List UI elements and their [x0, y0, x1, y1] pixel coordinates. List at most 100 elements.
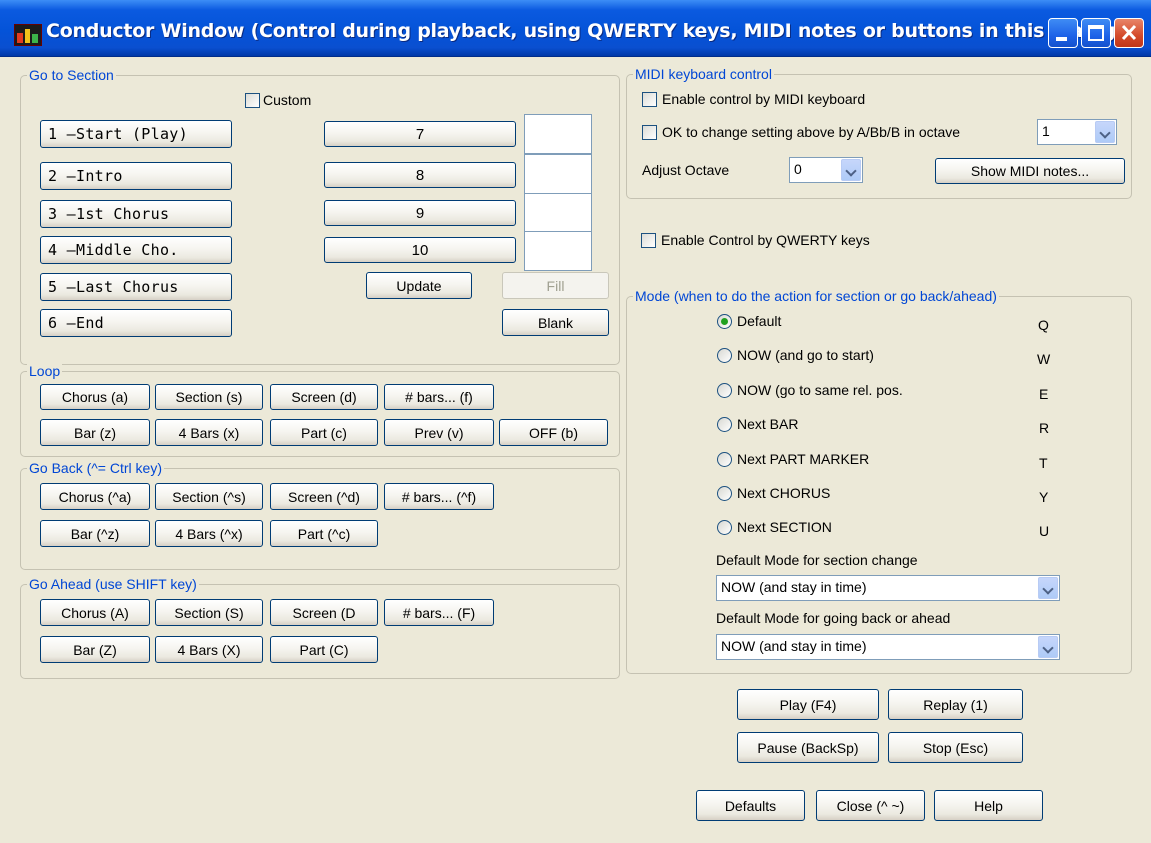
- back-screen-button[interactable]: Screen (^d): [270, 483, 378, 510]
- loop-bar-button[interactable]: Bar (z): [40, 419, 150, 446]
- back-part-button[interactable]: Part (^c): [270, 520, 378, 547]
- loop-bars-button[interactable]: # bars... (f): [384, 384, 494, 410]
- maximize-button[interactable]: [1081, 18, 1111, 48]
- mode-next-chorus-key: Y: [1039, 489, 1049, 505]
- close-window-button[interactable]: [1114, 18, 1144, 48]
- adjust-octave-select[interactable]: 0: [789, 157, 863, 183]
- section-9-button[interactable]: 9: [324, 200, 516, 226]
- mode-legend: Mode (when to do the action for section …: [633, 287, 999, 305]
- go-back-legend: Go Back (^= Ctrl key): [27, 459, 164, 477]
- ahead-chorus-button[interactable]: Chorus (A): [40, 599, 150, 626]
- section-10-button[interactable]: 10: [324, 237, 516, 263]
- mode-next-section-key: U: [1039, 523, 1050, 539]
- close-icon: [1121, 24, 1137, 41]
- ahead-part-button[interactable]: Part (C): [270, 636, 378, 663]
- maximize-icon: [1088, 25, 1104, 41]
- section-7-button[interactable]: 7: [324, 121, 516, 147]
- adjust-octave-value: 0: [794, 161, 802, 177]
- show-midi-notes-button[interactable]: Show MIDI notes...: [935, 158, 1125, 184]
- enable-qwerty-label: Enable Control by QWERTY keys: [661, 232, 870, 248]
- loop-off-button[interactable]: OFF (b): [499, 419, 608, 446]
- ahead-bar-button[interactable]: Bar (Z): [40, 636, 150, 663]
- section-3-button[interactable]: 3 –1st Chorus: [40, 200, 232, 228]
- section-2-button[interactable]: 2 –Intro: [40, 162, 232, 190]
- go-to-section-legend: Go to Section: [27, 66, 116, 84]
- go-ahead-group: Go Ahead (use SHIFT key) Chorus (A) Sect…: [20, 575, 620, 679]
- enable-qwerty-checkbox[interactable]: [641, 233, 656, 248]
- minimize-icon: [1056, 37, 1067, 41]
- mode-default-key: Q: [1038, 317, 1049, 333]
- window-title: Conductor Window (Control during playbac…: [46, 20, 1124, 42]
- ahead-4bars-button[interactable]: 4 Bars (X): [155, 636, 263, 663]
- back-ahead-label: Default Mode for going back or ahead: [716, 610, 951, 626]
- ahead-screen-button[interactable]: Screen (D: [270, 599, 378, 626]
- enable-midi-checkbox[interactable]: [642, 92, 657, 107]
- ok-change-checkbox[interactable]: [642, 125, 657, 140]
- play-button[interactable]: Play (F4): [737, 689, 879, 720]
- back-chorus-button[interactable]: Chorus (^a): [40, 483, 150, 510]
- conductor-window: Conductor Window (Control during playbac…: [0, 0, 1151, 843]
- loop-part-button[interactable]: Part (c): [270, 419, 378, 446]
- custom-label: Custom: [263, 92, 312, 108]
- back-ahead-select[interactable]: NOW (and stay in time): [716, 634, 1060, 660]
- mode-next-part-key: T: [1039, 455, 1048, 471]
- section-8-custom-field[interactable]: [524, 154, 592, 194]
- section-7-custom-field[interactable]: [524, 114, 592, 154]
- section-change-value: NOW (and stay in time): [721, 579, 867, 595]
- help-button[interactable]: Help: [934, 790, 1043, 821]
- go-ahead-legend: Go Ahead (use SHIFT key): [27, 575, 199, 593]
- section-change-select[interactable]: NOW (and stay in time): [716, 575, 1060, 601]
- mode-default-radio[interactable]: [717, 314, 732, 329]
- section-5-button[interactable]: 5 –Last Chorus: [40, 273, 232, 301]
- stop-button[interactable]: Stop (Esc): [888, 732, 1023, 763]
- loop-legend: Loop: [27, 362, 63, 380]
- section-10-custom-field[interactable]: [524, 231, 592, 271]
- section-8-button[interactable]: 8: [324, 162, 516, 188]
- mode-next-chorus-radio[interactable]: [717, 486, 732, 501]
- chevron-down-icon: [1095, 121, 1115, 143]
- section-4-button[interactable]: 4 –Middle Cho.: [40, 236, 232, 264]
- title-bar[interactable]: Conductor Window (Control during playbac…: [0, 0, 1151, 57]
- mode-next-part-radio[interactable]: [717, 452, 732, 467]
- custom-checkbox[interactable]: [245, 93, 260, 108]
- loop-group: Loop Chorus (a) Section (s) Screen (d) #…: [20, 362, 620, 457]
- mode-now-same-key: E: [1039, 386, 1049, 402]
- back-bars-button[interactable]: # bars... (^f): [384, 483, 494, 510]
- loop-section-button[interactable]: Section (s): [155, 384, 263, 410]
- go-to-section-group: Go to Section Custom 1 –Start (Play) 2 –…: [20, 66, 620, 365]
- loop-4bars-button[interactable]: 4 Bars (x): [155, 419, 263, 446]
- back-bar-button[interactable]: Bar (^z): [40, 520, 150, 547]
- mode-now-same-label: NOW (go to same rel. pos.: [737, 382, 903, 398]
- midi-keyboard-legend: MIDI keyboard control: [633, 65, 774, 83]
- mode-next-bar-radio[interactable]: [717, 417, 732, 432]
- octave-select[interactable]: 1: [1037, 119, 1117, 145]
- replay-button[interactable]: Replay (1): [888, 689, 1023, 720]
- ahead-section-button[interactable]: Section (S): [155, 599, 263, 626]
- back-section-button[interactable]: Section (^s): [155, 483, 263, 510]
- close-button[interactable]: Close (^ ~): [816, 790, 925, 821]
- mode-next-section-radio[interactable]: [717, 520, 732, 535]
- back-4bars-button[interactable]: 4 Bars (^x): [155, 520, 263, 547]
- minimize-button[interactable]: [1048, 18, 1078, 48]
- adjust-octave-label: Adjust Octave: [642, 162, 730, 178]
- mode-next-section-label: Next SECTION: [737, 519, 832, 535]
- loop-chorus-button[interactable]: Chorus (a): [40, 384, 150, 410]
- ahead-bars-button[interactable]: # bars... (F): [384, 599, 494, 626]
- pause-button[interactable]: Pause (BackSp): [737, 732, 879, 763]
- dialog-body: Go to Section Custom 1 –Start (Play) 2 –…: [6, 57, 1145, 837]
- section-1-button[interactable]: 1 –Start (Play): [40, 120, 232, 148]
- loop-prev-button[interactable]: Prev (v): [384, 419, 494, 446]
- section-6-button[interactable]: 6 –End: [40, 309, 232, 337]
- update-button[interactable]: Update: [366, 272, 472, 299]
- mode-now-same-radio[interactable]: [717, 383, 732, 398]
- mode-now-start-radio[interactable]: [717, 348, 732, 363]
- mode-next-bar-label: Next BAR: [737, 416, 799, 432]
- loop-screen-button[interactable]: Screen (d): [270, 384, 378, 410]
- blank-button[interactable]: Blank: [502, 309, 609, 336]
- go-back-group: Go Back (^= Ctrl key) Chorus (^a) Sectio…: [20, 459, 620, 570]
- fill-button[interactable]: Fill: [502, 272, 609, 299]
- defaults-button[interactable]: Defaults: [696, 790, 805, 821]
- section-9-custom-field[interactable]: [524, 193, 592, 233]
- ok-change-label: OK to change setting above by A/Bb/B in …: [662, 124, 961, 140]
- section-change-label: Default Mode for section change: [716, 552, 918, 568]
